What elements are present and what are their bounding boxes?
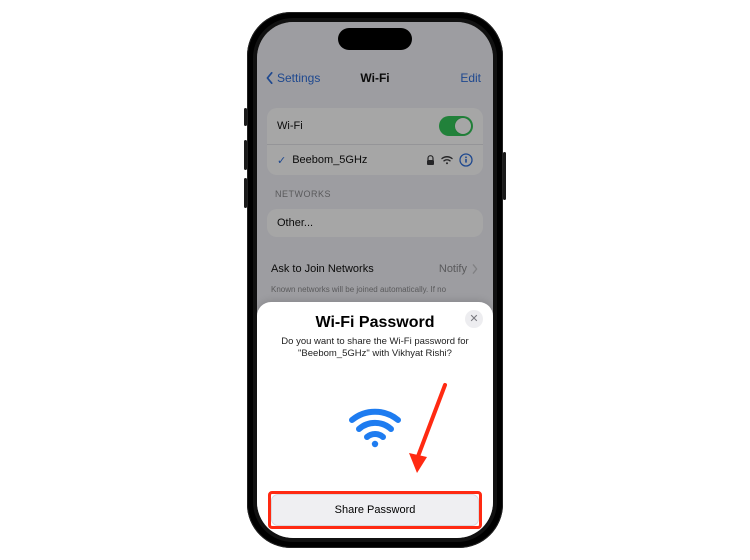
dynamic-island — [338, 28, 412, 50]
power-button — [503, 152, 506, 200]
wifi-signal-icon — [441, 155, 453, 165]
close-button[interactable]: ✕ — [465, 310, 483, 328]
volume-down-button — [244, 178, 247, 208]
sheet-title: Wi-Fi Password — [271, 314, 479, 332]
volume-up-button — [244, 140, 247, 170]
silent-switch — [244, 108, 247, 126]
chevron-right-icon — [471, 264, 479, 274]
checkmark-icon: ✓ — [277, 154, 286, 167]
wifi-icon — [271, 361, 479, 494]
back-label: Settings — [277, 71, 320, 85]
network-name: Beebom_5GHz — [292, 154, 367, 166]
connected-network-row[interactable]: ✓ Beebom_5GHz — [267, 144, 483, 175]
nav-bar: Settings Wi-Fi Edit — [257, 58, 493, 98]
ask-footnote: Known networks will be joined automatica… — [271, 285, 479, 295]
page-title: Wi-Fi — [360, 71, 389, 85]
ask-value: Notify — [439, 263, 467, 275]
wifi-group: Wi-Fi ✓ Beebom_5GHz — [267, 108, 483, 175]
wifi-toggle[interactable] — [439, 116, 473, 136]
ask-to-join-row[interactable]: Ask to Join Networks Notify — [267, 257, 483, 281]
share-password-button[interactable]: Share Password — [271, 494, 479, 526]
other-label: Other... — [277, 217, 313, 229]
sheet-message: Do you want to share the Wi-Fi password … — [271, 336, 479, 361]
screen: Settings Wi-Fi Edit Wi-Fi ✓ Beebom_5GHz — [257, 22, 493, 538]
info-icon[interactable] — [459, 153, 473, 167]
edit-button[interactable]: Edit — [460, 71, 481, 85]
back-button[interactable]: Settings — [265, 71, 320, 85]
wifi-toggle-label: Wi-Fi — [277, 120, 303, 132]
chevron-left-icon — [265, 72, 275, 84]
share-password-sheet: ✕ Wi-Fi Password Do you want to share th… — [257, 302, 493, 538]
lock-icon — [426, 155, 435, 166]
share-password-label: Share Password — [335, 504, 416, 516]
ask-label: Ask to Join Networks — [271, 263, 374, 275]
networks-group: Other... — [267, 209, 483, 237]
networks-header: NETWORKS — [275, 189, 475, 199]
other-network-row[interactable]: Other... — [267, 209, 483, 237]
wifi-toggle-row[interactable]: Wi-Fi — [267, 108, 483, 144]
iphone-frame: Settings Wi-Fi Edit Wi-Fi ✓ Beebom_5GHz — [247, 12, 503, 548]
